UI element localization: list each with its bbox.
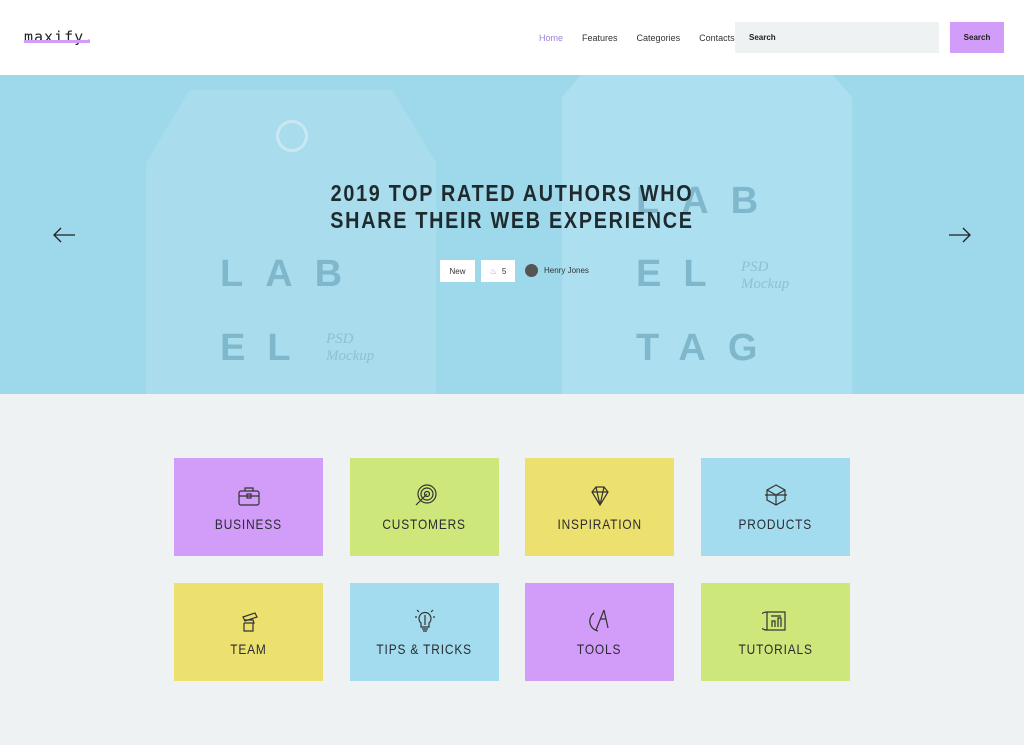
image-text: EL [636,253,729,295]
cube-icon [764,484,787,506]
blueprint-icon [761,611,786,631]
search-button[interactable]: Search [950,22,1004,53]
category-tile-customers[interactable]: CUSTOMERS [350,458,499,556]
image-text: TAG [636,327,780,369]
main-nav: Home Features Categories Contacts [539,33,754,43]
hero-slider: LAB EL PSD Mockup LAB EL PSD Mockup TAG … [0,75,1024,394]
image-text: PSD Mockup [326,331,375,364]
category-label: TUTORIALS [738,641,813,657]
new-badge[interactable]: New [440,260,475,282]
category-label: PRODUCTS [738,516,813,532]
diamond-icon [590,486,609,507]
logo-underline [24,40,90,43]
category-tile-tutorials[interactable]: TUTORIALS [701,583,850,681]
avatar [525,264,538,277]
category-tile-tips-tricks[interactable]: TIPS & TRICKS [350,583,499,681]
author-name: Henry Jones [544,266,589,275]
category-label: TOOLS [577,641,622,657]
nav-features[interactable]: Features [582,33,618,43]
briefcase-icon [237,487,260,506]
author[interactable]: Henry Jones [525,264,589,277]
fire-icon: ♨ [489,266,497,276]
site-header: maxify. Home Features Categories Contact… [0,0,1024,75]
target-icon [415,484,437,506]
image-text: PSD Mockup [741,259,790,292]
image-text: EL [220,327,313,369]
search-input[interactable] [735,22,939,53]
compass-icon [588,609,609,632]
image-text: LAB [220,253,365,295]
category-tile-tools[interactable]: TOOLS [525,583,674,681]
arrow-right-icon[interactable] [947,225,973,245]
hero-image-ring [276,120,308,152]
category-label: TIPS & TRICKS [376,641,473,657]
nav-home[interactable]: Home [539,33,563,43]
logo[interactable]: maxify. [24,28,94,46]
likes-badge[interactable]: ♨ 5 [481,260,515,282]
nav-categories[interactable]: Categories [637,33,681,43]
category-tile-business[interactable]: BUSINESS [174,458,323,556]
category-tile-inspiration[interactable]: INSPIRATION [525,458,674,556]
category-tile-products[interactable]: PRODUCTS [701,458,850,556]
category-tile-team[interactable]: TEAM [174,583,323,681]
hand-pencil-icon [241,612,258,632]
hero-title[interactable]: 2019 TOP RATED AUTHORS WHO SHARE THEIR W… [330,180,695,234]
lightbulb-icon [414,609,435,632]
nav-contacts[interactable]: Contacts [699,33,735,43]
likes-count: 5 [501,266,507,276]
category-label: CUSTOMERS [382,516,467,532]
category-label: BUSINESS [215,516,282,532]
category-label: TEAM [230,641,267,657]
category-label: INSPIRATION [557,516,642,532]
arrow-left-icon[interactable] [51,225,77,245]
